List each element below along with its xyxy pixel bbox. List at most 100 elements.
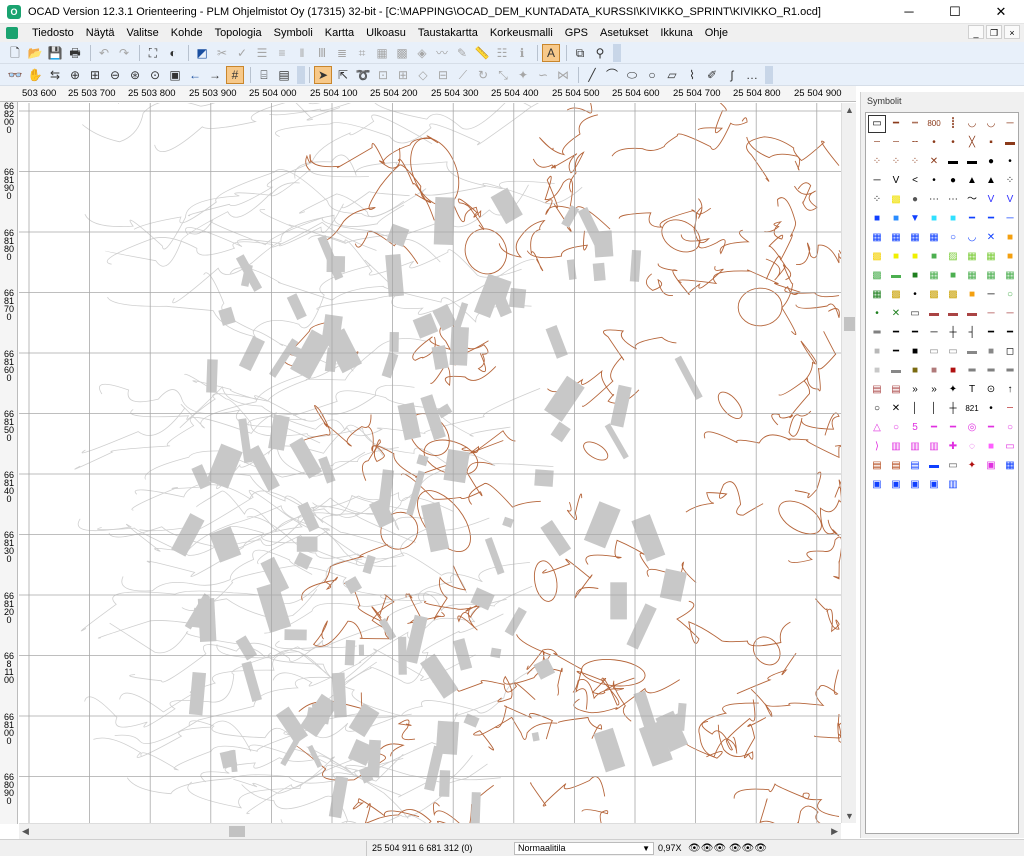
symbol-swatch[interactable]: ■ [868, 343, 886, 361]
open-folder-icon[interactable]: 📂 [26, 44, 44, 62]
symbol-swatch[interactable]: │ [925, 400, 943, 418]
symbol-swatch[interactable]: ┄ [868, 134, 886, 152]
symbol-swatch[interactable]: ■ [1001, 248, 1019, 266]
symbol-swatch[interactable]: ╳ [963, 134, 981, 152]
save-icon[interactable]: 💾 [46, 44, 64, 62]
forward-arrow-icon[interactable]: → [206, 66, 224, 84]
symbol-swatch[interactable]: ━ [944, 419, 962, 437]
scroll-right-icon[interactable]: ▶ [831, 826, 838, 837]
symbol-swatch[interactable]: ▼ [906, 210, 924, 228]
vertical-scrollbar[interactable]: ▲ ▼ [841, 103, 856, 823]
symbol-swatch[interactable] [963, 476, 981, 494]
symbol-swatch[interactable]: ✕ [887, 305, 905, 323]
symbol-swatch[interactable]: ─ [868, 172, 886, 190]
symbol-swatch[interactable]: ■ [906, 267, 924, 285]
cut-line-icon[interactable]: ⟋ [454, 66, 472, 84]
symbol-swatch[interactable]: ▭ [944, 457, 962, 475]
symbol-swatch[interactable]: ○ [868, 400, 886, 418]
symbol-swatch[interactable]: ● [982, 153, 1000, 171]
fill-icon[interactable]: ◈ [413, 44, 431, 62]
symbol-swatch[interactable]: ▭ [944, 343, 962, 361]
close-button[interactable]: ✕ [978, 0, 1024, 24]
symbol-swatch[interactable]: ■ [1001, 229, 1019, 247]
symbol-swatch[interactable]: ▬ [963, 153, 981, 171]
menu-tiedosto[interactable]: Tiedosto [26, 27, 80, 39]
symbol-swatch[interactable]: ▩ [944, 286, 962, 304]
scroll-down-icon[interactable]: ▼ [845, 811, 854, 821]
symbol-swatch[interactable]: ─ [982, 305, 1000, 323]
symbol-swatch[interactable]: • [868, 305, 886, 323]
symbol-swatch[interactable]: ┼ [944, 400, 962, 418]
symbol-swatch[interactable]: ━ [925, 419, 943, 437]
symbol-swatch[interactable]: ● [944, 172, 962, 190]
symbol-swatch[interactable]: 821 [963, 400, 981, 418]
map-canvas[interactable] [19, 103, 841, 823]
print-icon[interactable]: 🖶 [66, 44, 84, 62]
symbol-swatch[interactable]: • [982, 400, 1000, 418]
grid-lines-icon[interactable]: Ⅲ [313, 44, 331, 62]
symbol-swatch[interactable] [1001, 476, 1019, 494]
move-node-icon[interactable]: ⊡ [374, 66, 392, 84]
toolbar-chevron-icon[interactable] [765, 65, 773, 84]
symbol-swatch[interactable]: • [906, 286, 924, 304]
symbol-swatch[interactable]: ◻ [1001, 343, 1019, 361]
circle-icon[interactable]: ○ [643, 66, 661, 84]
delete-node-icon[interactable]: ⊟ [434, 66, 452, 84]
symbol-swatch[interactable]: • [925, 172, 943, 190]
doc-close-button[interactable]: × [1004, 25, 1020, 39]
symbol-list[interactable]: ▭ ━ ┅ 800 ┋ ◡ ◡ ─ ┄ ┄ ╌ • • ╳ ▪ ▬ ⁘ ⁘ ⁘ ✕ ▬ ▬ ● • ─ V < • ● ▲ ▲ ⁘ ⁘ ▩ ● ⋯ ⋯ 〜… [865, 112, 1019, 834]
symbol-swatch[interactable]: ○ [1001, 286, 1019, 304]
symbol-swatch[interactable]: ━ [887, 324, 905, 342]
background-map-icon[interactable]: ◩ [193, 44, 211, 62]
symbol-swatch[interactable]: ▭ [1001, 438, 1019, 456]
symbol-swatch[interactable]: ▬ [963, 305, 981, 323]
edit-icon[interactable]: ✎ [453, 44, 471, 62]
symbol-swatch[interactable]: ■ [925, 210, 943, 228]
symbol-swatch[interactable]: V [982, 191, 1000, 209]
symbol-swatch[interactable]: ▩ [868, 248, 886, 266]
symbol-swatch[interactable]: ▣ [982, 457, 1000, 475]
symbol-swatch[interactable]: ■ [906, 362, 924, 380]
symbol-swatch[interactable]: ● [906, 191, 924, 209]
symbol-swatch[interactable]: ⁘ [868, 191, 886, 209]
scroll-up-icon[interactable]: ▲ [845, 105, 854, 115]
stretch-icon[interactable]: ⤡ [494, 66, 512, 84]
key-icon[interactable]: ⚲ [591, 44, 609, 62]
back-arrow-icon[interactable]: ← [186, 66, 204, 84]
symbol-swatch[interactable]: ◎ [963, 419, 981, 437]
symbol-swatch[interactable]: 〜 [963, 191, 981, 209]
preview-icon[interactable]: ◐ [164, 44, 182, 62]
symbol-swatch[interactable]: ○ [887, 419, 905, 437]
symbol-swatch[interactable]: ━ [887, 115, 905, 133]
symbol-swatch[interactable]: ▲ [963, 172, 981, 190]
symbol-swatch[interactable]: ○ [1001, 419, 1019, 437]
view-mode-icons[interactable]: 👁👁👁 👁👁👁 [688, 843, 767, 854]
symbol-swatch[interactable]: ■ [925, 362, 943, 380]
symbol-swatch[interactable]: ■ [982, 438, 1000, 456]
polyline-icon[interactable]: ⌇ [683, 66, 701, 84]
symbol-swatch[interactable]: ┄ [887, 134, 905, 152]
symbol-swatch[interactable]: ─ [1001, 115, 1019, 133]
mode-select[interactable]: Normaalitila ▼ [514, 842, 654, 855]
curve-icon[interactable]: ⌒ [603, 66, 621, 84]
symbol-swatch[interactable]: ─ [982, 286, 1000, 304]
menu-ulkoasu[interactable]: Ulkoasu [360, 27, 412, 39]
symbol-swatch[interactable]: ▣ [868, 476, 886, 494]
symbol-swatch[interactable]: ▦ [982, 248, 1000, 266]
symbol-swatch[interactable]: ▦ [1001, 457, 1019, 475]
minimize-button[interactable]: ─ [886, 0, 932, 24]
symbol-swatch[interactable]: ▦ [963, 248, 981, 266]
align-icon[interactable]: ☰ [253, 44, 271, 62]
move-icon[interactable]: ⇆ [46, 66, 64, 84]
symbol-swatch[interactable]: ─ [1001, 305, 1019, 323]
menu-nayta[interactable]: Näytä [80, 27, 121, 39]
lasso-icon[interactable]: ➰ [354, 66, 372, 84]
symbol-swatch[interactable]: ─ [925, 324, 943, 342]
symbol-swatch[interactable]: 5 [906, 419, 924, 437]
symbol-swatch[interactable]: ▤ [887, 381, 905, 399]
symbol-swatch[interactable]: ⁘ [906, 153, 924, 171]
hand-pan-icon[interactable]: ✋ [26, 66, 44, 84]
symbol-swatch[interactable]: ╌ [906, 134, 924, 152]
symbol-swatch[interactable]: ▬ [925, 457, 943, 475]
symbol-swatch[interactable]: • [925, 134, 943, 152]
